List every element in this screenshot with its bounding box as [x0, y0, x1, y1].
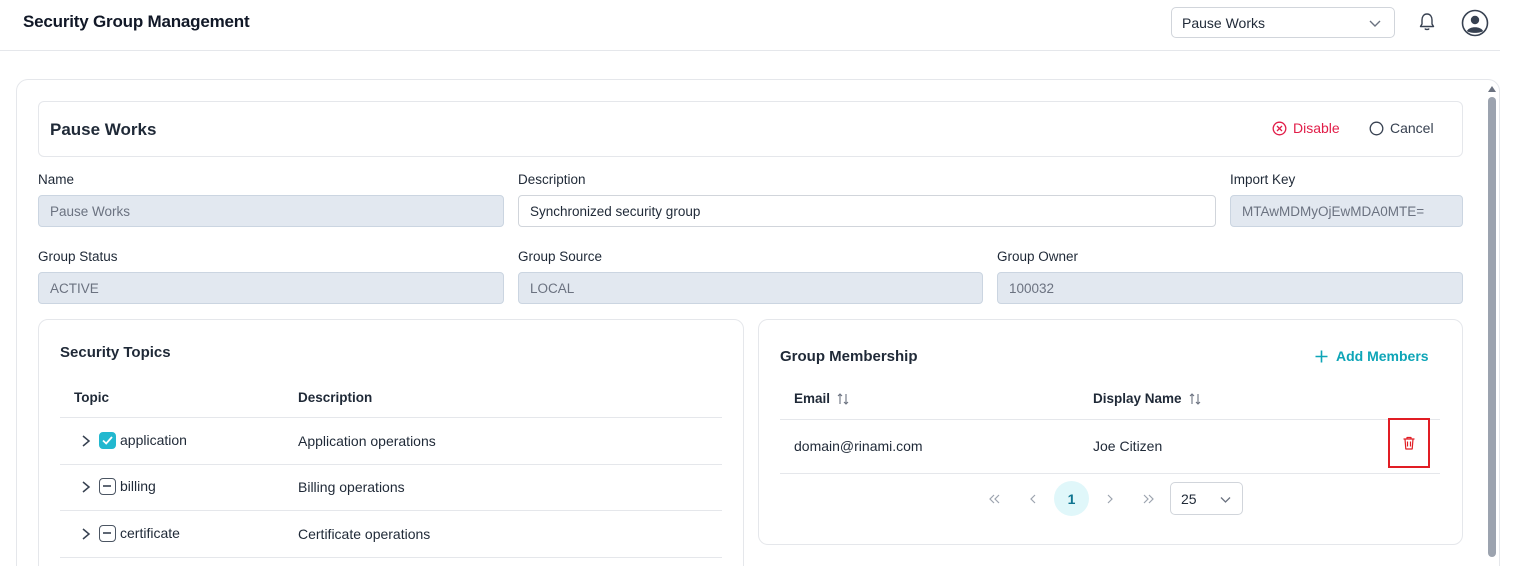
disable-button[interactable]: Disable	[1272, 120, 1340, 136]
topic-row: billing Billing operations	[60, 464, 722, 510]
import-key-value: MTAwMDMyOjEwMDA0MTE=	[1242, 203, 1425, 219]
group-status-value: ACTIVE	[50, 280, 99, 296]
chevron-right-icon[interactable]	[80, 480, 92, 494]
add-members-button[interactable]: Add Members	[1314, 348, 1429, 364]
topic-checkbox[interactable]	[99, 478, 116, 495]
chevron-right-icon[interactable]	[80, 434, 92, 448]
group-selector-value: Pause Works	[1182, 14, 1265, 31]
email-header-label: Email	[794, 391, 831, 406]
group-owner-label: Group Owner	[997, 249, 1079, 264]
topic-name: billing	[120, 478, 156, 494]
scroll-thumb[interactable]	[1488, 97, 1496, 557]
chevron-down-icon	[1369, 20, 1381, 27]
cancel-button[interactable]: Cancel	[1369, 120, 1434, 136]
cancel-label: Cancel	[1390, 120, 1434, 136]
topic-description-column-header: Description	[298, 390, 373, 405]
minus-icon	[103, 532, 111, 534]
description-value: Synchronized security group	[530, 203, 701, 219]
notification-bell-icon[interactable]	[1418, 12, 1436, 32]
name-label: Name	[38, 172, 75, 187]
import-key-label: Import Key	[1230, 172, 1296, 187]
group-owner-field: 100032	[997, 272, 1463, 304]
divider	[60, 557, 722, 558]
app-title: Security Group Management	[23, 12, 250, 31]
member-display-name: Joe Citizen	[1093, 438, 1163, 454]
next-page-icon[interactable]	[1105, 493, 1115, 505]
group-source-value: LOCAL	[530, 280, 575, 296]
plus-icon	[1315, 350, 1328, 362]
delete-member-button[interactable]	[1388, 418, 1430, 468]
group-header-bar: Pause Works Disable Cancel	[38, 101, 1463, 157]
checkmark-icon	[102, 436, 113, 445]
last-page-icon[interactable]	[1142, 493, 1155, 505]
name-field: Pause Works	[38, 195, 504, 227]
divider	[780, 473, 1440, 474]
topic-row: certificate Certificate operations	[60, 511, 722, 557]
page-size-value: 25	[1181, 490, 1197, 507]
group-status-label: Group Status	[38, 249, 118, 264]
member-email: domain@rinami.com	[794, 438, 923, 454]
topic-description: Certificate operations	[298, 526, 431, 542]
sort-icon[interactable]	[836, 392, 850, 406]
import-key-field: MTAwMDMyOjEwMDA0MTE=	[1230, 195, 1463, 227]
topic-description: Application operations	[298, 433, 436, 449]
circle-icon	[1369, 121, 1384, 135]
description-input[interactable]: Synchronized security group	[518, 195, 1216, 227]
chevron-down-icon	[1220, 497, 1231, 503]
display-name-header-label: Display Name	[1093, 391, 1182, 406]
group-owner-value: 100032	[1009, 280, 1055, 296]
chevron-right-icon[interactable]	[80, 527, 92, 541]
vertical-scrollbar[interactable]	[1486, 84, 1498, 564]
scroll-up-arrow-icon[interactable]	[1488, 86, 1496, 92]
security-topics-title: Security Topics	[60, 344, 171, 361]
group-source-label: Group Source	[518, 249, 603, 264]
user-avatar-icon[interactable]	[1461, 9, 1489, 37]
name-value: Pause Works	[50, 203, 131, 219]
first-page-icon[interactable]	[988, 493, 1001, 505]
add-members-label: Add Members	[1336, 348, 1429, 364]
group-selector[interactable]: Pause Works	[1171, 7, 1395, 38]
group-status-field: ACTIVE	[38, 272, 504, 304]
previous-page-icon[interactable]	[1028, 493, 1038, 505]
topic-checkbox[interactable]	[99, 525, 116, 542]
topic-description: Billing operations	[298, 479, 405, 495]
topic-checkbox[interactable]	[99, 432, 116, 449]
trash-icon	[1403, 436, 1415, 450]
top-bar: Security Group Management Pause Works	[0, 0, 1500, 51]
sort-icon[interactable]	[1188, 392, 1202, 406]
circle-x-icon	[1272, 121, 1287, 135]
display-name-column-header[interactable]: Display Name	[1093, 391, 1202, 406]
topic-column-header: Topic	[74, 390, 109, 405]
topic-row: application Application operations	[60, 418, 722, 464]
group-title: Pause Works	[50, 120, 157, 139]
topic-name: certificate	[120, 525, 180, 541]
group-source-field: LOCAL	[518, 272, 983, 304]
minus-icon	[103, 485, 111, 487]
page-number-current[interactable]: 1	[1054, 481, 1089, 516]
disable-label: Disable	[1293, 120, 1340, 136]
email-column-header[interactable]: Email	[794, 391, 850, 406]
description-label: Description	[518, 172, 586, 187]
group-membership-title: Group Membership	[780, 348, 918, 365]
page-size-select[interactable]: 25	[1170, 482, 1243, 515]
divider	[780, 419, 1440, 420]
topic-name: application	[120, 432, 187, 448]
